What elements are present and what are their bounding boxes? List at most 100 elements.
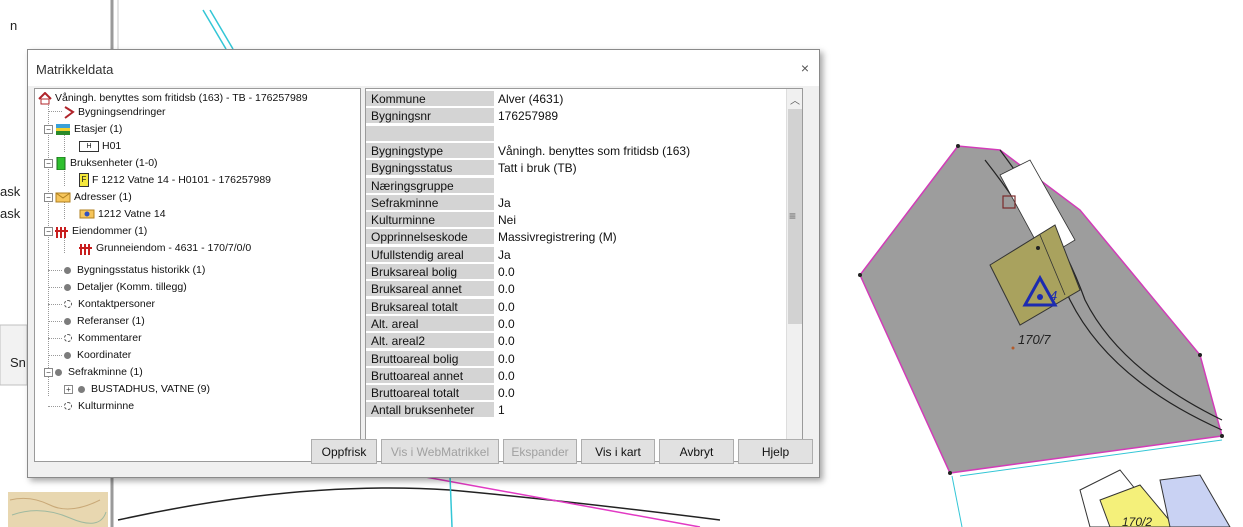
unit-icon — [56, 156, 66, 170]
tree-item-label: Kulturminne — [78, 400, 135, 412]
matrikkeldata-dialog: Matrikkeldata × Våningh. benyttes som fr… — [27, 49, 820, 478]
tree-item-label: Sefrakminne (1) — [68, 366, 143, 378]
properties-grid[interactable]: Kommune Alver (4631) Bygningsnr 176257989 By… — [365, 88, 803, 462]
property-row[interactable]: Ufullstendig areal Ja — [366, 246, 786, 264]
view-in-webmatrikkel-button[interactable]: Vis i WebMatrikkel — [381, 439, 499, 464]
ring-icon — [64, 402, 72, 411]
tree-item-floor[interactable]: H H01 — [79, 139, 121, 153]
tree-item-building[interactable]: Våningh. benyttes som fritidsb (163) - T… — [38, 91, 308, 105]
tree-item-sefrakminne[interactable]: Sefrakminne (1) — [55, 365, 143, 379]
tree-item-address[interactable]: 1212 Vatne 14 — [79, 207, 166, 221]
tree-item-label: Bruksenheter (1-0) — [70, 157, 158, 169]
property-row[interactable]: Kommune Alver (4631) — [366, 91, 786, 108]
property-value: Tatt i bruk (TB) — [498, 161, 577, 176]
property-value: Ja — [498, 247, 511, 262]
tree-item-detaljer[interactable]: Detaljer (Komm. tillegg) — [64, 280, 187, 294]
matrikkel-tree[interactable]: Våningh. benyttes som fritidsb (163) - T… — [34, 88, 361, 462]
tree-item-label: Bygningsendringer — [78, 106, 166, 118]
tree-item-label: Etasjer (1) — [74, 123, 123, 135]
map-marker-label: 4 — [1050, 288, 1057, 303]
tree-item-grunneiendom[interactable]: Grunneiendom - 4631 - 170/7/0/0 — [79, 241, 251, 255]
property-value: Våningh. benyttes som fritidsb (163) — [498, 143, 691, 158]
tree-item-etasjer[interactable]: Etasjer (1) — [55, 122, 122, 136]
property-key: Kulturminne — [366, 212, 494, 229]
tree-item-label: F 1212 Vatne 14 - H0101 - 176257989 — [92, 174, 272, 186]
scroll-grip-icon: ≡ — [789, 209, 797, 223]
property-row[interactable]: Bruttoareal totalt 0.0 — [366, 385, 786, 402]
tree-item-unit[interactable]: FF 1212 Vatne 14 - H0101 - 176257989 — [79, 173, 272, 188]
property-row[interactable]: Alt. areal2 0.0 — [366, 333, 786, 350]
property-row[interactable]: Bruksareal annet 0.0 — [366, 281, 786, 298]
tree-item-referanser[interactable]: Referanser (1) — [64, 314, 145, 328]
property-row[interactable]: Kulturminne Nei — [366, 212, 786, 229]
view-in-map-button[interactable]: Vis i kart — [581, 439, 655, 464]
property-row[interactable]: Sefrakminne Ja — [366, 194, 786, 212]
property-value: Nei — [498, 213, 517, 228]
property-row[interactable]: Bruksareal bolig 0.0 — [366, 264, 786, 281]
property-key: Bruksareal annet — [366, 281, 494, 298]
tree-item-bustadhus[interactable]: BUSTADHUS, VATNE (9) — [78, 382, 210, 396]
envelope-icon — [55, 192, 71, 203]
property-row[interactable]: Opprinnelseskode Massivregistrering (M) — [366, 229, 786, 246]
property-value: Alver (4631) — [498, 92, 564, 106]
dot-icon — [64, 283, 71, 291]
property-key: Bruksareal bolig — [366, 264, 494, 280]
close-icon[interactable]: × — [801, 60, 809, 76]
expand-toggle[interactable]: + — [64, 385, 73, 394]
background-text-fragment: ask — [0, 184, 21, 199]
cancel-button[interactable]: Avbryt — [659, 439, 734, 464]
property-value: 176257989 — [498, 109, 559, 124]
property-row[interactable]: Bygningsstatus Tatt i bruk (TB) — [366, 160, 786, 177]
property-value: 0.0 — [498, 386, 515, 401]
tree-item-bygningsstatus-historikk[interactable]: Bygningsstatus historikk (1) — [64, 263, 205, 277]
property-key: Bruttoareal bolig — [366, 350, 494, 367]
property-row[interactable]: Bruttoareal bolig 0.0 — [366, 350, 786, 368]
refresh-button[interactable]: Oppfrisk — [311, 439, 377, 464]
dot-icon — [78, 385, 85, 393]
tree-item-kontaktpersoner[interactable]: Kontaktpersoner — [64, 297, 155, 311]
tree-item-kommentarer[interactable]: Kommentarer — [64, 331, 142, 345]
background-text-fragment: Sn — [10, 355, 26, 370]
background-text-fragment: ask — [0, 206, 21, 221]
property-row[interactable]: Bygningstype Våningh. benyttes som fritid… — [366, 142, 786, 160]
expand-toggle[interactable]: − — [44, 368, 53, 377]
property-key: Næringsgruppe — [366, 177, 494, 194]
property-row[interactable]: Antall bruksenheter 1 — [366, 402, 786, 419]
tree-item-label: Kommentarer — [78, 332, 142, 344]
dialog-titlebar[interactable]: Matrikkeldata × — [28, 50, 819, 86]
dot-icon — [64, 266, 71, 274]
property-key: Kommune — [366, 91, 494, 107]
tree-item-eiendommer[interactable]: Eiendommer (1) — [55, 224, 147, 238]
expand-toggle[interactable]: − — [44, 159, 53, 168]
scroll-up-icon[interactable]: ︿ — [790, 92, 800, 107]
expand-toggle[interactable]: − — [44, 193, 53, 202]
expand-toggle[interactable]: − — [44, 125, 53, 134]
property-row[interactable] — [366, 125, 786, 143]
tree-item-label: Eiendommer (1) — [72, 225, 148, 237]
property-icon — [55, 226, 68, 238]
property-row[interactable]: Bruttoareal annet 0.0 — [366, 367, 786, 385]
property-value: 0.0 — [498, 351, 515, 366]
dot-icon — [64, 317, 71, 325]
tree-item-label: Detaljer (Komm. tillegg) — [77, 281, 187, 293]
tree-item-label: Koordinater — [77, 349, 132, 361]
property-value: 1 — [498, 403, 505, 418]
tree-item-adresser[interactable]: Adresser (1) — [55, 190, 132, 204]
help-button[interactable]: Hjelp — [738, 439, 813, 464]
property-value: 0.0 — [498, 282, 515, 297]
property-row[interactable]: Alt. areal 0.0 — [366, 315, 786, 333]
expand-button[interactable]: Ekspander — [503, 439, 577, 464]
tree-item-bygningsendringer[interactable]: Bygningsendringer — [63, 105, 166, 119]
property-row[interactable]: Næringsgruppe — [366, 177, 786, 195]
dot-icon — [64, 351, 71, 359]
property-row[interactable]: Bygningsnr 176257989 — [366, 108, 786, 125]
property-row[interactable]: Bruksareal totalt 0.0 — [366, 298, 786, 316]
tree-item-bruksenheter[interactable]: Bruksenheter (1-0) — [55, 156, 158, 170]
property-value: Ja — [498, 195, 511, 210]
tree-item-kulturminne[interactable]: Kulturminne — [64, 399, 134, 413]
property-value: 0.0 — [498, 368, 515, 383]
properties-scrollbar[interactable]: ︿≡﹀ — [786, 89, 802, 461]
tree-item-koordinater[interactable]: Koordinater — [64, 348, 131, 362]
property-key: Bygningstype — [366, 142, 494, 159]
expand-toggle[interactable]: − — [44, 227, 53, 236]
